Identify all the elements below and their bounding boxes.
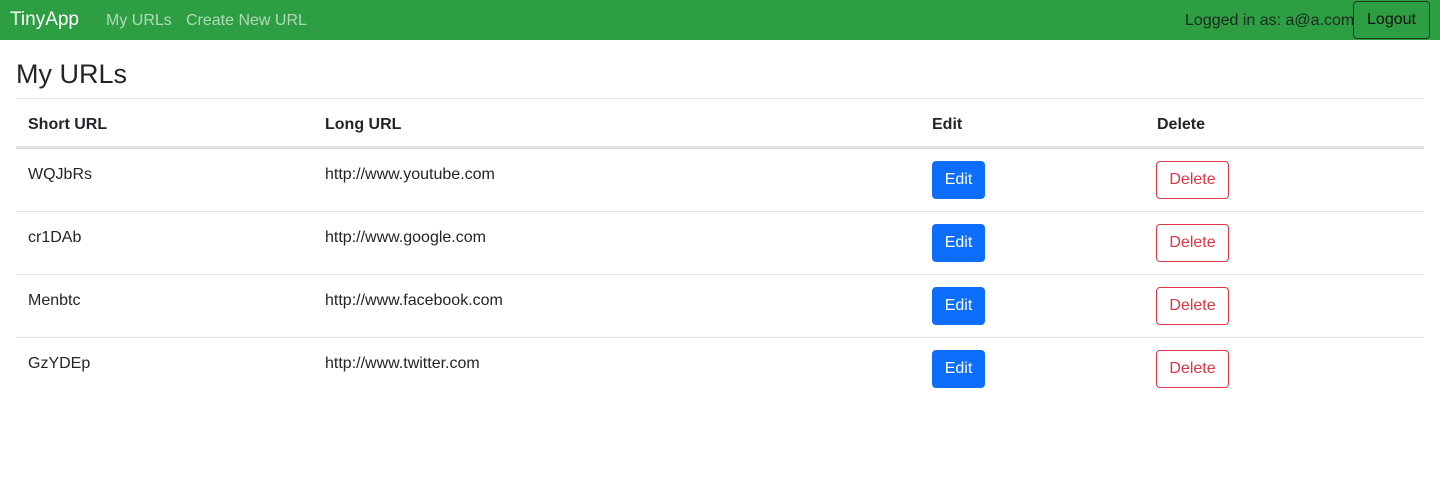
header-delete: Delete (1157, 116, 1206, 133)
table-header-row: Short URL Long URL Edit Delete (16, 98, 1424, 148)
table-row: Menbtc http://www.facebook.com Edit Dele… (16, 274, 1424, 337)
navbar: TinyApp My URLs Create New URL Logged in… (0, 0, 1440, 40)
header-edit: Edit (932, 116, 963, 133)
edit-button[interactable]: Edit (932, 287, 985, 325)
page-title: My URLs (16, 59, 128, 89)
header-short-url: Short URL (28, 116, 108, 133)
urls-table: Short URL Long URL Edit Delete WQJbRs ht… (16, 98, 1424, 400)
delete-button[interactable]: Delete (1156, 350, 1229, 388)
short-url-cell: cr1DAb (28, 229, 82, 246)
table-row: cr1DAb http://www.google.com Edit Delete (16, 211, 1424, 274)
logout-button[interactable]: Logout (1353, 1, 1430, 39)
nav-create-url-link[interactable]: Create New URL (186, 11, 307, 30)
short-url-cell: WQJbRs (28, 166, 92, 183)
nav-my-urls-link[interactable]: My URLs (106, 11, 172, 30)
long-url-cell: http://www.google.com (325, 229, 486, 246)
edit-button[interactable]: Edit (932, 350, 985, 388)
edit-button[interactable]: Edit (932, 224, 985, 262)
delete-button[interactable]: Delete (1156, 224, 1229, 262)
table-row: WQJbRs http://www.youtube.com Edit Delet… (16, 148, 1424, 211)
long-url-cell: http://www.youtube.com (325, 166, 495, 183)
brand-link[interactable]: TinyApp (10, 9, 79, 31)
delete-button[interactable]: Delete (1156, 287, 1229, 325)
header-long-url: Long URL (325, 116, 402, 133)
short-url-cell: GzYDEp (28, 355, 91, 372)
delete-button[interactable]: Delete (1156, 161, 1229, 199)
table-row: GzYDEp http://www.twitter.com Edit Delet… (16, 337, 1424, 400)
logged-in-status: Logged in as: a@a.com (1185, 12, 1355, 29)
edit-button[interactable]: Edit (932, 161, 985, 199)
short-url-cell: Menbtc (28, 292, 81, 309)
long-url-cell: http://www.twitter.com (325, 355, 480, 372)
long-url-cell: http://www.facebook.com (325, 292, 503, 309)
